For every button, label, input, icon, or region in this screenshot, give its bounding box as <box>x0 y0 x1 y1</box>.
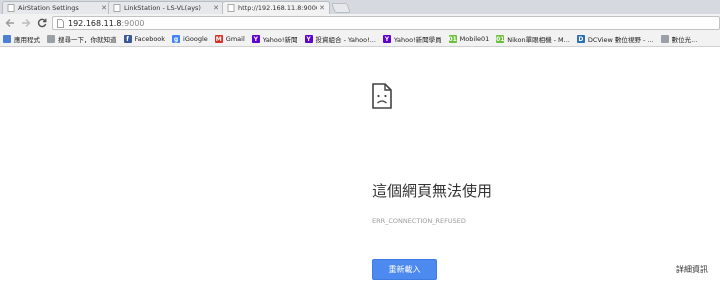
bookmark-item[interactable]: Y 投資組合 - Yahoo!... <box>304 34 376 44</box>
close-icon[interactable]: ✕ <box>213 4 219 12</box>
address-bar[interactable]: 192.168.11.8:9000 <box>52 16 720 30</box>
bookmark-item[interactable]: 01 Mobile01 <box>448 35 490 43</box>
url-text: 192.168.11.8:9000 <box>68 18 145 28</box>
toolbar: 192.168.11.8:9000 <box>0 14 720 32</box>
page-icon <box>7 4 15 12</box>
bookmark-label: 投資組合 - Yahoo!... <box>315 36 376 44</box>
forward-arrow-icon[interactable] <box>20 17 32 29</box>
close-icon[interactable]: ✕ <box>101 4 107 12</box>
page-icon <box>47 35 55 43</box>
reload-button[interactable]: 重新載入 <box>372 259 437 280</box>
bookmark-label: Yahoo!新聞 <box>262 36 298 44</box>
page-icon <box>227 4 235 12</box>
dcview-icon: D <box>576 35 585 43</box>
bookmark-label: 數位光... <box>671 36 698 44</box>
mobile01-icon: 01 <box>496 35 505 43</box>
bookmark-label: Facebook <box>134 35 166 43</box>
bookmarks-bar: 應用程式 搜尋一下，你就知道 f Facebook g iGoogle M Gmail Y Yah… <box>0 32 720 47</box>
bookmark-item[interactable]: g iGoogle <box>172 35 208 43</box>
close-icon[interactable]: ✕ <box>319 4 325 12</box>
page-icon <box>113 4 121 12</box>
tab-title: http://192.168.11.8:9000 <box>238 4 318 12</box>
page-icon <box>57 18 64 28</box>
bookmark-label: 應用程式 <box>14 36 40 44</box>
mobile01-icon: 01 <box>448 35 457 43</box>
bookmark-label: Gmail <box>225 35 245 43</box>
bookmark-item[interactable]: 01 Nikon單眼相機 - M... <box>496 34 570 44</box>
reload-icon[interactable] <box>36 17 48 29</box>
bookmark-item[interactable]: 數位光... <box>660 34 698 44</box>
facebook-icon: f <box>123 35 132 43</box>
tab-airstation[interactable]: AirStation Settings ✕ <box>2 1 112 14</box>
bookmark-item[interactable]: Y Yahoo!新聞學員 <box>382 34 442 44</box>
bookmark-item[interactable]: M Gmail <box>214 35 245 43</box>
gmail-icon: M <box>214 35 223 43</box>
bookmark-label: DCView 數位視野 - ... <box>587 36 654 44</box>
yahoo-icon: Y <box>251 35 260 43</box>
bookmark-item[interactable]: 應用程式 <box>3 34 40 44</box>
bookmark-item[interactable]: f Facebook <box>123 35 166 43</box>
apps-icon <box>3 35 11 43</box>
new-tab-button[interactable] <box>331 3 351 13</box>
back-arrow-icon[interactable] <box>4 17 16 29</box>
tab-strip: AirStation Settings ✕ LinkStation - LS-V… <box>0 0 720 14</box>
sad-page-icon <box>372 83 392 109</box>
details-link[interactable]: 詳細資訊 <box>676 264 708 275</box>
tab-title: LinkStation - LS-VL(ays) <box>124 4 201 12</box>
page-icon <box>660 35 669 43</box>
bookmark-label: Mobile01 <box>459 35 490 43</box>
tab-current[interactable]: http://192.168.11.8:9000 ✕ <box>222 1 330 14</box>
bookmark-item[interactable]: D DCView 數位視野 - ... <box>576 34 654 44</box>
bookmark-label: 搜尋一下，你就知道 <box>58 36 117 44</box>
bookmark-item[interactable]: Y Yahoo!新聞 <box>251 34 298 44</box>
bookmark-label: Nikon單眼相機 - M... <box>507 36 570 44</box>
yahoo-icon: Y <box>382 35 391 43</box>
google-icon: g <box>172 35 181 43</box>
error-code: ERR_CONNECTION_REFUSED <box>372 217 466 225</box>
error-title: 這個網頁無法使用 <box>372 182 493 200</box>
error-page <box>0 48 720 297</box>
bookmark-label: iGoogle <box>183 35 208 43</box>
bookmark-label: Yahoo!新聞學員 <box>393 36 442 44</box>
yahoo-icon: Y <box>304 35 313 43</box>
bookmark-item[interactable]: 搜尋一下，你就知道 <box>47 34 117 44</box>
tab-linkstation[interactable]: LinkStation - LS-VL(ays) ✕ <box>108 1 224 14</box>
tab-title: AirStation Settings <box>18 4 79 12</box>
